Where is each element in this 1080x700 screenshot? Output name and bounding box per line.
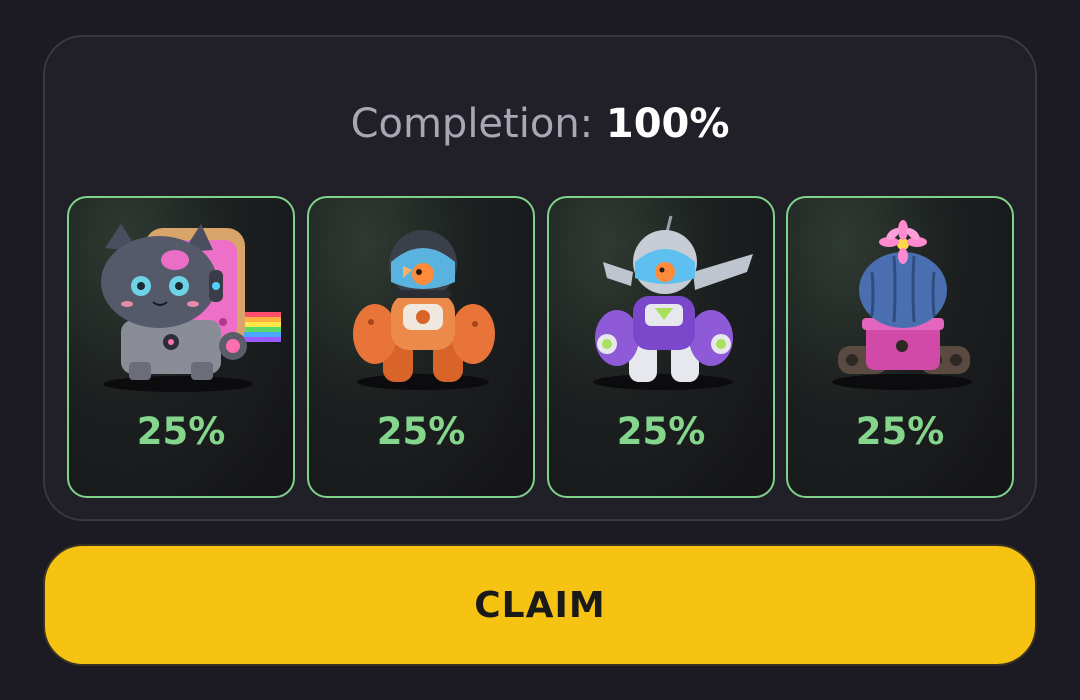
- orange-diver-robot-icon: [353, 230, 495, 390]
- card-1-percent: 25%: [136, 410, 226, 453]
- card-2-percent: 25%: [376, 410, 466, 453]
- completion-status: Completion: 100%: [0, 100, 1080, 148]
- card-3-percent: 25%: [616, 410, 706, 453]
- completion-label: Completion:: [350, 101, 594, 147]
- purple-astronaut-robot-icon: [593, 215, 753, 390]
- collection-card-4[interactable]: 25%: [786, 196, 1014, 498]
- collection-card-2[interactable]: 25%: [307, 196, 535, 498]
- card-4-percent: 25%: [855, 410, 945, 453]
- collection-card-3[interactable]: 25%: [547, 196, 775, 498]
- completion-value: 100%: [605, 101, 730, 147]
- cactus-tank-robot-icon: [832, 220, 972, 390]
- claim-button[interactable]: CLAIM: [43, 544, 1037, 666]
- collection-card-1[interactable]: 25%: [67, 196, 295, 498]
- robot-cat-icon: [101, 224, 281, 392]
